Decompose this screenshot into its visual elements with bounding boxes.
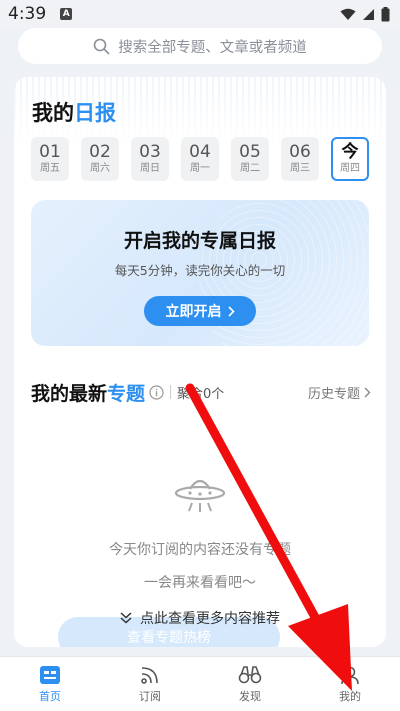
daily-title-highlight: 日报 [74,101,116,125]
date-weekday: 周二 [240,163,260,174]
daily-title-prefix: 我的 [32,101,74,125]
nav-profile[interactable]: 我的 [300,657,400,711]
empty-message: 今天你订阅的内容还没有专题 [109,542,291,558]
daily-title: 我的日报 [32,97,116,127]
topics-title-highlight: 专题 [107,382,146,405]
start-daily-label: 立即开启 [165,304,222,320]
date-item-05[interactable]: 05 周二 [231,137,269,181]
date-number: 05 [239,142,261,162]
home-icon [40,665,60,684]
search-bar[interactable]: 搜索全部专题、文章或者频道 [18,28,382,64]
date-weekday: 周三 [290,163,310,174]
search-placeholder: 搜索全部专题、文章或者频道 [118,39,307,56]
date-weekday: 周一 [190,163,210,174]
topics-header: 我的最新专题 聚合0个 历史专题 [31,377,371,407]
bottom-nav: 首页 订阅 发现 我的 [0,656,400,711]
info-icon[interactable] [149,384,164,400]
topics-title: 我的最新专题 [31,379,145,406]
date-number: 02 [89,142,111,162]
start-daily-button[interactable]: 立即开启 [144,296,256,326]
daily-promo-banner: 开启我的专属日报 每天5分钟，读完你关心的一切 立即开启 [31,200,369,346]
date-weekday: 周日 [140,163,160,174]
chevron-right-icon [227,305,235,317]
history-topics-label: 历史专题 [307,386,360,402]
nav-home[interactable]: 首页 [0,657,100,711]
more-content-link[interactable]: 点此查看更多内容推荐 [14,608,386,628]
hot-topics-label: 查看专题热榜 [127,630,211,646]
date-item-today[interactable]: 今 周四 [331,137,369,181]
chevron-right-icon [364,387,371,397]
date-item-01[interactable]: 01 周五 [31,137,69,181]
ufo-icon [174,479,226,512]
nav-subscribe[interactable]: 订阅 [100,657,200,711]
nav-label: 订阅 [139,689,161,703]
nav-discover[interactable]: 发现 [200,657,300,711]
person-icon [341,666,359,684]
date-selector: 01 周五 02 周六 03 周日 04 周一 05 周二 06 周三 今 周四 [31,137,369,181]
date-item-04[interactable]: 04 周一 [181,137,219,181]
promo-subtitle: 每天5分钟，读完你关心的一切 [114,263,286,278]
nav-label: 我的 [339,689,361,703]
date-item-03[interactable]: 03 周日 [131,137,169,181]
main-card: 我的日报 01 周五 02 周六 03 周日 04 周一 05 周二 06 周三… [14,77,386,647]
chevron-double-down-icon [120,612,132,624]
status-icons [340,6,390,22]
notification-icon: A [60,8,73,20]
rss-icon [141,666,158,684]
signal-icon [363,8,374,20]
battery-icon [381,6,390,21]
history-topics-link[interactable]: 历史专题 [308,383,371,402]
date-weekday: 周五 [40,163,60,174]
empty-submessage: 一会再来看看吧～ [144,575,256,591]
wifi-icon [340,8,356,20]
binoculars-icon [238,665,262,683]
search-icon [93,38,110,54]
date-number: 04 [189,142,211,162]
date-item-06[interactable]: 06 周三 [281,137,319,181]
date-number: 今 [341,142,359,162]
date-weekday: 周六 [90,163,110,174]
nav-label: 发现 [239,689,261,703]
divider [170,385,172,399]
status-time: 4:39 [8,4,47,24]
date-item-02[interactable]: 02 周六 [81,137,119,181]
date-number: 01 [39,142,61,162]
topics-title-prefix: 我的最新 [31,382,108,405]
status-bar: 4:39 A [0,0,400,28]
date-number: 03 [139,142,161,162]
nav-label: 首页 [39,689,61,703]
aggregate-count: 聚合0个 [177,386,225,402]
date-number: 06 [289,142,311,162]
more-content-label: 点此查看更多内容推荐 [140,611,280,627]
promo-title: 开启我的专属日报 [123,230,276,252]
date-weekday: 周四 [340,163,360,174]
